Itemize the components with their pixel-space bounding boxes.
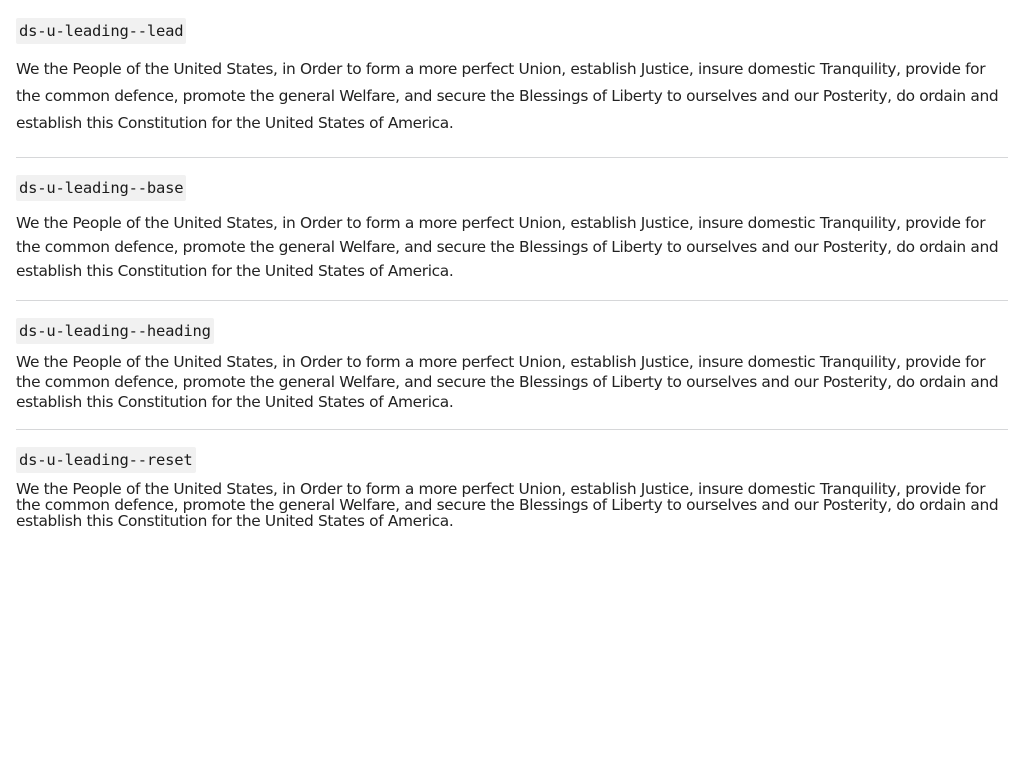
sample-paragraph: We the People of the United States, in O…	[16, 60, 999, 132]
class-name-code: ds-u-leading--reset	[16, 447, 196, 473]
example-leading-lead: ds-u-leading--lead We the People of the …	[16, 18, 1008, 158]
example-leading-base: ds-u-leading--base We the People of the …	[16, 158, 1008, 301]
class-name-code: ds-u-leading--lead	[16, 18, 187, 44]
example-leading-reset: ds-u-leading--reset We the People of the…	[16, 430, 1008, 529]
sample-paragraph: We the People of the United States, in O…	[16, 353, 999, 411]
class-name-code: ds-u-leading--base	[16, 175, 187, 201]
sample-paragraph: We the People of the United States, in O…	[16, 480, 999, 530]
leading-utilities-page: ds-u-leading--lead We the People of the …	[0, 0, 1024, 529]
sample-paragraph: We the People of the United States, in O…	[16, 214, 999, 280]
class-name-code: ds-u-leading--heading	[16, 318, 214, 344]
example-leading-heading: ds-u-leading--heading We the People of t…	[16, 301, 1008, 430]
